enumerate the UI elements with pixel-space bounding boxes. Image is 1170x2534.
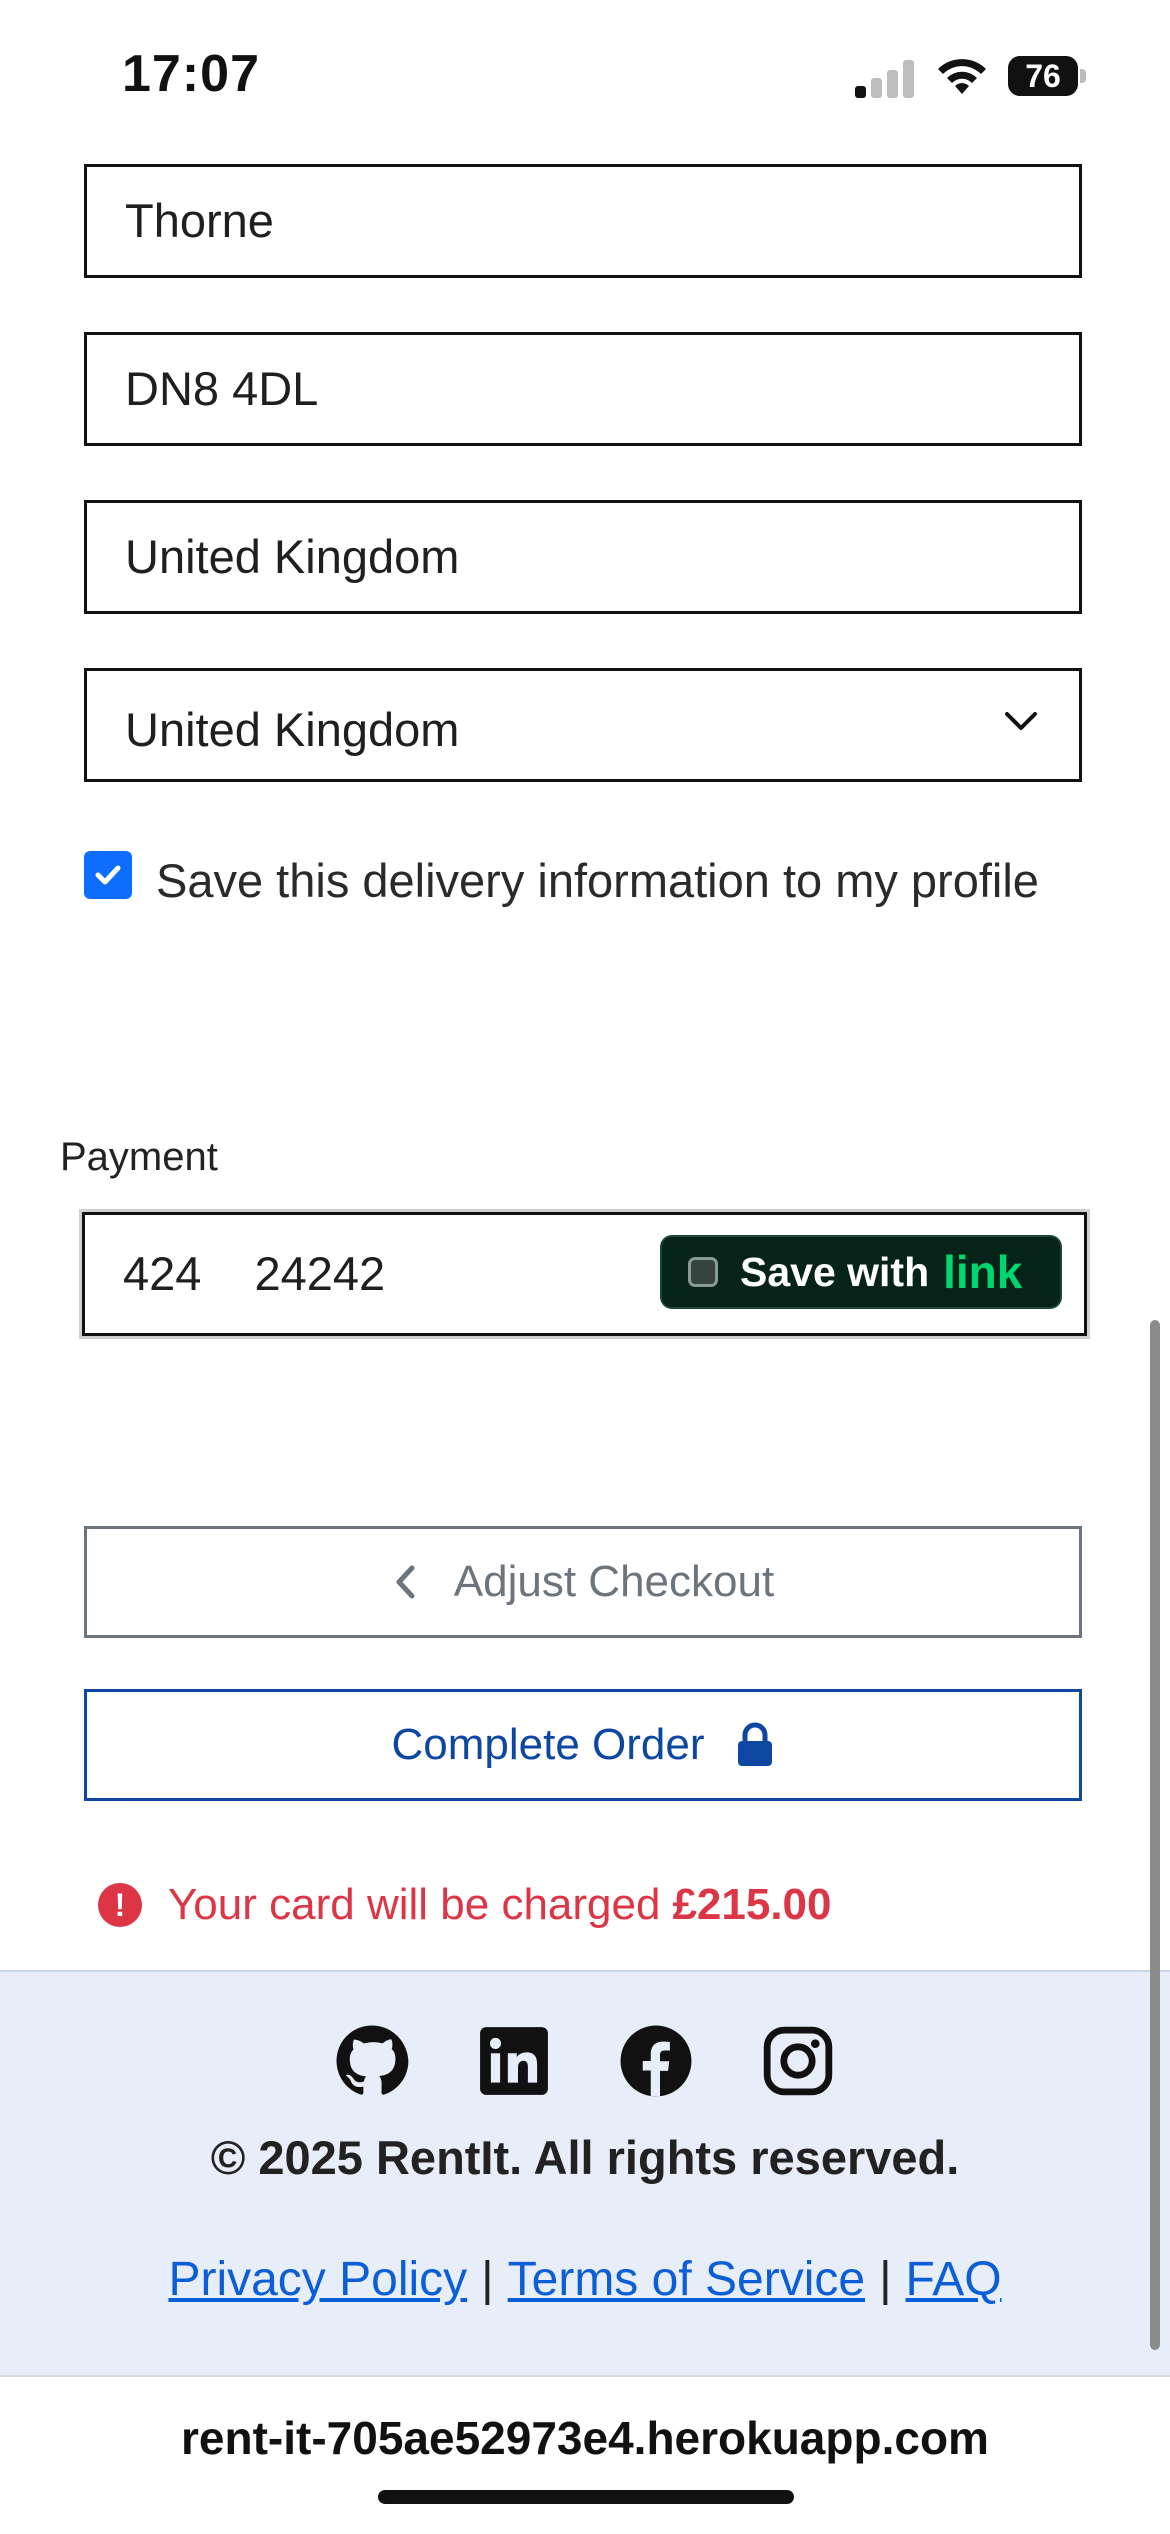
separator: |: [879, 2253, 892, 2306]
linkedin-icon[interactable]: [477, 2024, 551, 2098]
checkmark-icon: [95, 865, 121, 885]
save-with-link-button[interactable]: Save with link: [660, 1235, 1062, 1309]
privacy-policy-link[interactable]: Privacy Policy: [168, 2253, 467, 2306]
save-info-checkbox[interactable]: [84, 851, 132, 899]
battery-icon: 76: [1008, 56, 1086, 96]
github-icon[interactable]: [335, 2024, 409, 2098]
link-checkbox[interactable]: [688, 1257, 718, 1287]
postcode-field[interactable]: DN8 4DL: [84, 332, 1082, 446]
social-links: [0, 2024, 1170, 2098]
complete-order-label: Complete Order: [391, 1720, 705, 1769]
facebook-icon[interactable]: [619, 2024, 693, 2098]
lock-icon: [737, 1722, 772, 1766]
link-logo: link: [943, 1246, 1023, 1298]
card-number-value: 424 24242: [123, 1247, 386, 1300]
footer-links: Privacy Policy | Terms of Service | FAQ: [0, 2252, 1170, 2307]
instagram-icon[interactable]: [761, 2024, 835, 2098]
complete-order-button[interactable]: Complete Order: [84, 1689, 1082, 1801]
save-with-label: Save with: [740, 1248, 930, 1295]
cellular-signal-icon: [855, 58, 915, 98]
site-footer: © 2025 RentIt. All rights reserved. Priv…: [0, 1970, 1170, 2377]
chevron-left-icon: [396, 1565, 415, 1599]
charge-notice: ! Your card will be charged £215.00: [98, 1880, 832, 1930]
adjust-checkout-button[interactable]: Adjust Checkout: [84, 1526, 1082, 1638]
country-select[interactable]: United Kingdom: [84, 668, 1082, 782]
payment-label: Payment: [60, 1135, 218, 1179]
status-bar: 17:07 76: [0, 0, 1170, 150]
faq-link[interactable]: FAQ: [906, 2253, 1002, 2306]
wifi-icon: [938, 59, 986, 94]
status-time: 17:07: [122, 45, 260, 103]
save-info-label[interactable]: Save this delivery information to my pro…: [156, 845, 1056, 917]
separator: |: [481, 2253, 494, 2306]
adjust-checkout-label: Adjust Checkout: [453, 1557, 775, 1606]
charge-amount: £215.00: [672, 1880, 832, 1929]
county-field[interactable]: United Kingdom: [84, 500, 1082, 614]
battery-level: 76: [1025, 58, 1061, 94]
home-indicator[interactable]: [378, 2490, 794, 2504]
terms-of-service-link[interactable]: Terms of Service: [508, 2253, 865, 2306]
chevron-down-icon: [1005, 712, 1037, 730]
browser-address-bar[interactable]: rent-it-705ae52973e4.herokuapp.com: [0, 2375, 1170, 2534]
charge-text: Your card will be charged: [168, 1880, 661, 1929]
last-name-field[interactable]: Thorne: [84, 164, 1082, 278]
scrollbar[interactable]: [1150, 1320, 1160, 2350]
url-text: rent-it-705ae52973e4.herokuapp.com: [181, 2412, 989, 2464]
card-number-field[interactable]: 424 24242 Save with link: [79, 1209, 1090, 1339]
alert-icon: !: [98, 1883, 142, 1927]
country-select-value: United Kingdom: [125, 703, 460, 756]
copyright: © 2025 RentIt. All rights reserved.: [210, 2131, 960, 2184]
